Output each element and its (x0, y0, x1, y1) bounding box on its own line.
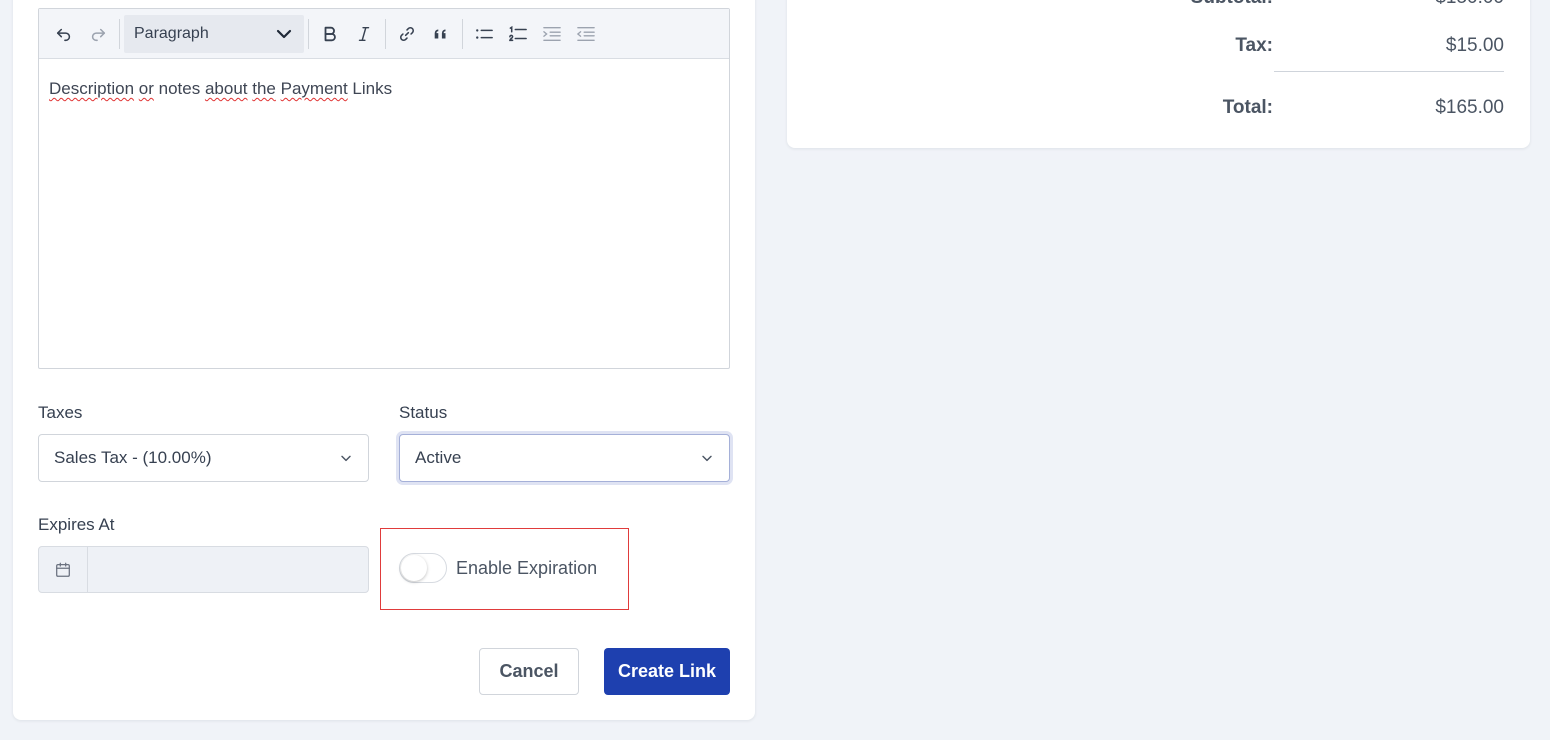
toolbar-separator (462, 18, 463, 49)
blockquote-button[interactable] (424, 17, 458, 51)
link-button[interactable] (390, 17, 424, 51)
expires-at-label: Expires At (38, 515, 115, 534)
status-select[interactable]: Active (399, 434, 730, 482)
expires-at-date-group (38, 546, 369, 593)
tax-label: Tax: (1235, 35, 1273, 56)
enable-expiration-toggle[interactable] (399, 553, 447, 583)
editor-word: the (252, 79, 276, 98)
italic-icon (358, 26, 370, 41)
redo-button[interactable] (81, 17, 115, 51)
italic-button[interactable] (347, 17, 381, 51)
subtotal-label: Subtotal: (1191, 0, 1273, 9)
enable-expiration-label: Enable Expiration (456, 557, 598, 578)
chevron-down-icon (341, 455, 351, 462)
taxes-select-value: Sales Tax - (10.00%) (54, 448, 212, 467)
taxes-label: Taxes (38, 403, 83, 422)
editor-word: Description (49, 79, 135, 98)
description-editor: Paragraph Description or notes about the… (38, 8, 730, 369)
heading-format-select[interactable]: Paragraph (124, 14, 304, 53)
bulleted-list-button[interactable] (467, 17, 501, 51)
toolbar-separator (119, 18, 120, 49)
tax-value: $15.00 (1445, 35, 1504, 56)
calendar-addon[interactable] (39, 547, 88, 592)
chevron-down-icon (276, 29, 292, 38)
editor-word: Payment (280, 79, 348, 98)
editor-word: notes (153, 79, 205, 98)
redo-icon (91, 28, 106, 41)
editor-word: or (138, 79, 154, 98)
expires-at-input[interactable] (88, 547, 368, 592)
indent-button[interactable] (535, 17, 569, 51)
undo-button[interactable] (47, 17, 81, 51)
bulleted-list-icon (476, 28, 493, 39)
editor-toolbar: Paragraph (39, 9, 729, 59)
subtotal-value: $150.00 (1435, 0, 1504, 9)
total-label: Total: (1222, 97, 1273, 118)
order-summary-card (787, 0, 1530, 148)
indent-icon (543, 26, 561, 41)
bold-button[interactable] (313, 17, 347, 51)
numbered-list-button[interactable] (501, 17, 535, 51)
summary-divider (1274, 71, 1504, 72)
link-icon (400, 26, 414, 41)
numbered-list-icon (509, 25, 527, 41)
calendar-icon (56, 562, 70, 577)
chevron-down-icon (702, 455, 712, 462)
undo-icon (56, 28, 71, 41)
cancel-button[interactable]: Cancel (479, 648, 579, 695)
editor-word: Links (347, 79, 393, 98)
enable-expiration-toggle-group[interactable]: Enable Expiration (399, 553, 597, 583)
create-link-button[interactable]: Create Link (604, 648, 730, 695)
status-select-value: Active (415, 448, 462, 467)
taxes-select[interactable]: Sales Tax - (10.00%) (38, 434, 369, 482)
blockquote-icon (434, 29, 446, 38)
total-value: $165.00 (1435, 97, 1504, 118)
editor-content-area[interactable]: Description or notes about the Payment L… (39, 59, 729, 119)
bold-icon (324, 26, 336, 41)
status-label: Status (399, 403, 448, 422)
toggle-knob (401, 555, 427, 581)
toolbar-separator (308, 18, 309, 49)
toolbar-separator (385, 18, 386, 49)
editor-word: about (204, 79, 248, 98)
outdent-button[interactable] (569, 17, 603, 51)
heading-format-value: Paragraph (134, 24, 209, 42)
outdent-icon (576, 26, 595, 41)
